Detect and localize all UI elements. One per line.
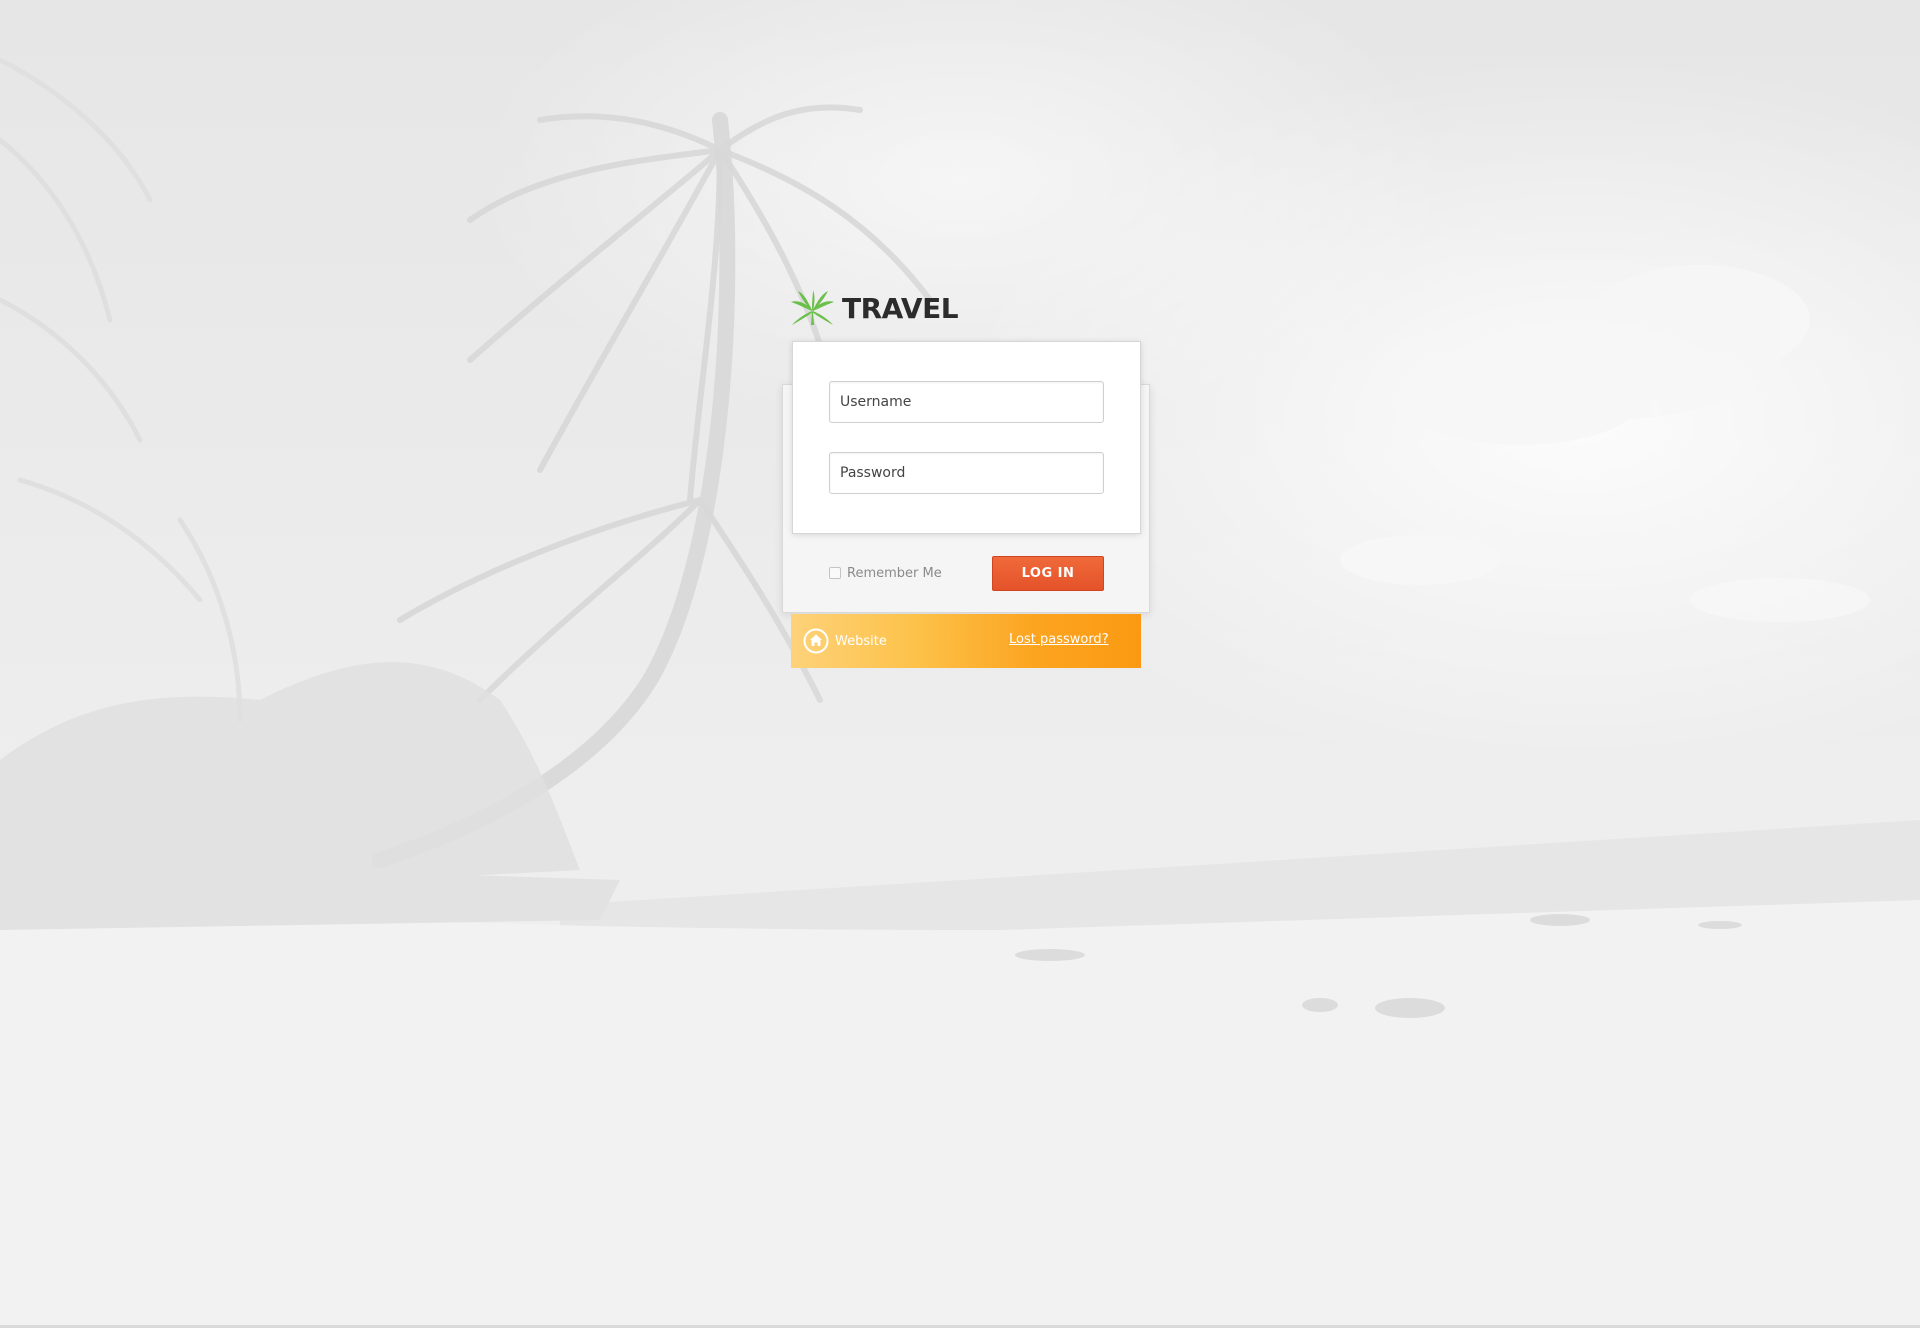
lost-password-link[interactable]: Lost password? [1009, 632, 1109, 647]
brand-logo: TRAVEL [791, 288, 959, 328]
login-button[interactable]: LOG IN [992, 556, 1104, 591]
password-input[interactable] [829, 452, 1104, 494]
remember-me-checkbox[interactable] [829, 567, 841, 579]
username-input[interactable] [829, 381, 1104, 423]
credentials-card [792, 341, 1141, 534]
website-label: Website [835, 633, 887, 649]
home-icon [803, 628, 829, 654]
remember-me-label: Remember Me [847, 565, 942, 581]
remember-me-option[interactable]: Remember Me [829, 564, 942, 582]
website-link[interactable]: Website [803, 628, 887, 654]
palm-leaf-icon [791, 290, 834, 325]
brand-name: TRAVEL [842, 291, 959, 325]
